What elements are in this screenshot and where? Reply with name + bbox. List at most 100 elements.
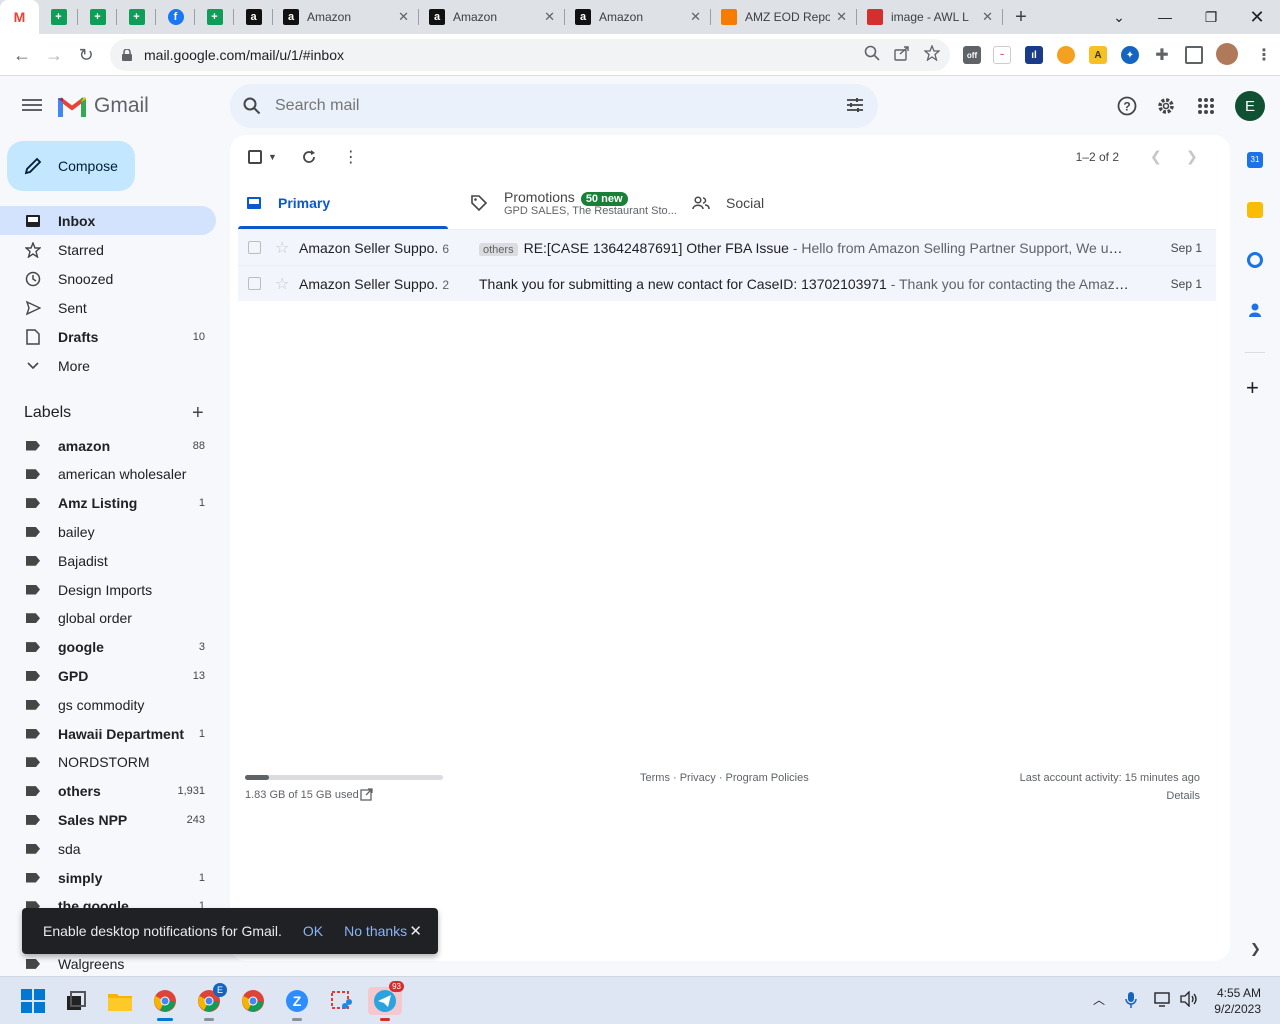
get-addons-plus-icon[interactable]: + — [1246, 377, 1259, 399]
sidebar-label-item[interactable]: simply 1 — [0, 863, 216, 892]
account-avatar[interactable]: E — [1235, 91, 1265, 121]
zoom-icon[interactable] — [864, 45, 880, 61]
sidebar-label-item[interactable]: Design Imports — [0, 575, 216, 604]
snipping-tool-icon[interactable] — [327, 987, 355, 1015]
close-tab-icon[interactable]: ✕ — [544, 9, 555, 25]
profile-avatar[interactable] — [1216, 43, 1238, 65]
email-row[interactable]: ☆ Amazon Seller Suppo. 2 Thank you for subm… — [238, 265, 1216, 301]
browser-tab[interactable]: a Amazon ✕ — [565, 0, 711, 34]
tray-expand-chevron-icon[interactable]: ︿ — [1093, 991, 1105, 1008]
sidebar-label-item[interactable]: Bajadist — [0, 546, 216, 575]
sidebar-item-inbox[interactable]: Inbox — [0, 206, 216, 235]
file-explorer-icon[interactable] — [106, 987, 134, 1015]
system-clock[interactable]: 4:55 AM 9/2/2023 — [1214, 985, 1261, 1017]
newer-chevron-left-icon[interactable]: ❮ — [1150, 148, 1162, 165]
extension-chart-icon[interactable]: ıl — [1025, 46, 1043, 64]
select-all-checkbox[interactable] — [248, 150, 262, 164]
browser-tab[interactable]: a Amazon ✕ — [273, 0, 419, 34]
task-view-icon[interactable] — [62, 987, 90, 1015]
close-tab-icon[interactable]: ✕ — [982, 9, 993, 25]
extension-blue-icon[interactable]: ✦ — [1121, 46, 1139, 64]
sidebar-item-snoozed[interactable]: Snoozed — [0, 264, 216, 293]
close-window-button[interactable]: ✕ — [1234, 0, 1280, 34]
browser-tab[interactable]: f — [156, 0, 195, 34]
browser-tab[interactable]: + — [195, 0, 234, 34]
extensions-puzzle-icon[interactable]: ✚ — [1153, 46, 1171, 64]
apps-grid-icon[interactable] — [1194, 94, 1218, 118]
settings-gear-icon[interactable] — [1154, 94, 1178, 118]
main-menu-icon[interactable] — [22, 96, 42, 116]
footer-links[interactable]: Terms · Privacy · Program Policies — [640, 772, 809, 784]
create-label-plus-icon[interactable]: + — [192, 403, 204, 423]
zoom-app-icon[interactable]: Z — [283, 987, 311, 1021]
search-options-icon[interactable] — [846, 96, 864, 114]
back-button[interactable]: ← — [10, 43, 34, 67]
microphone-icon[interactable] — [1125, 991, 1137, 1012]
email-star-icon[interactable]: ☆ — [275, 274, 289, 294]
tab-primary[interactable]: Primary — [238, 177, 448, 229]
sidebar-label-item[interactable]: gs commodity — [0, 690, 216, 719]
sidebar-item-drafts[interactable]: Drafts 10 — [0, 322, 216, 351]
help-icon[interactable]: ? — [1115, 94, 1139, 118]
hide-side-panel-chevron-icon[interactable]: ❯ — [1250, 941, 1261, 957]
sidebar-label-item[interactable]: Hawaii Department 1 — [0, 719, 216, 748]
sidebar-label-item[interactable]: NORDSTORM — [0, 748, 216, 777]
telegram-taskbar-icon[interactable]: 93 — [368, 981, 404, 1021]
sidebar-item-more[interactable]: More — [0, 351, 216, 380]
extension-scout-icon[interactable]: A — [1089, 46, 1107, 64]
browser-tab[interactable]: + — [78, 0, 117, 34]
sidebar-item-starred[interactable]: Starred — [0, 235, 216, 264]
browser-tab[interactable]: AMZ EOD Repo ✕ — [711, 0, 857, 34]
snackbar-ok-button[interactable]: OK — [303, 923, 323, 939]
email-star-icon[interactable]: ☆ — [275, 238, 289, 258]
extension-keepa-icon[interactable]: ~ — [993, 46, 1011, 64]
search-input[interactable] — [275, 97, 795, 115]
sidebar-label-item[interactable]: google 3 — [0, 633, 216, 662]
tab-search-icon[interactable]: ⌄ — [1096, 0, 1142, 34]
compose-button[interactable]: Compose — [7, 141, 135, 191]
sidebar-label-item[interactable]: global order — [0, 604, 216, 633]
open-storage-external-icon[interactable] — [360, 788, 373, 801]
windows-start-icon[interactable] — [19, 987, 47, 1015]
chrome-second-taskbar-icon[interactable] — [239, 987, 267, 1015]
browser-tab[interactable]: a — [234, 0, 273, 34]
close-tab-icon[interactable]: ✕ — [836, 9, 847, 25]
chrome-taskbar-icon[interactable] — [151, 987, 179, 1021]
snackbar-no-thanks-button[interactable]: No thanks — [344, 923, 407, 939]
share-icon[interactable] — [894, 45, 910, 61]
sidebar-label-item[interactable]: sda — [0, 834, 216, 863]
email-row[interactable]: ☆ Amazon Seller Suppo. 6 others RE:[CASE 136… — [238, 229, 1216, 265]
browser-tab[interactable]: + — [39, 0, 78, 34]
network-icon[interactable] — [1154, 991, 1172, 1010]
calendar-icon[interactable]: 31 — [1247, 152, 1263, 168]
browser-tab[interactable]: M — [0, 0, 39, 34]
sidebar-label-item[interactable]: american wholesaler — [0, 460, 216, 489]
older-chevron-right-icon[interactable]: ❯ — [1186, 148, 1198, 165]
sidebar-label-item[interactable]: amazon 88 — [0, 431, 216, 460]
extension-off-icon[interactable]: off — [963, 46, 981, 64]
minimize-button[interactable]: — — [1142, 0, 1188, 34]
browser-tab[interactable]: image - AWL L ✕ — [857, 0, 1003, 34]
activity-details-link[interactable]: Details — [1166, 790, 1200, 802]
keep-icon[interactable] — [1247, 202, 1263, 218]
tasks-icon[interactable] — [1247, 252, 1263, 268]
refresh-icon[interactable] — [301, 149, 317, 165]
sidebar-item-sent[interactable]: Sent — [0, 293, 216, 322]
close-tab-icon[interactable]: ✕ — [398, 9, 409, 25]
extension-orange-icon[interactable] — [1057, 46, 1075, 64]
browser-tab[interactable]: a Amazon ✕ — [419, 0, 565, 34]
search-bar[interactable] — [230, 84, 878, 128]
contacts-icon[interactable] — [1247, 302, 1263, 318]
snackbar-close-icon[interactable]: ✕ — [409, 922, 422, 940]
email-label-chip[interactable]: others — [479, 242, 518, 256]
sidebar-label-item[interactable]: GPD 13 — [0, 661, 216, 690]
sidebar-label-item[interactable]: Amz Listing 1 — [0, 489, 216, 518]
chrome-profile-taskbar-icon[interactable]: E — [195, 983, 227, 1021]
reload-button[interactable]: ↻ — [74, 43, 98, 67]
forward-button[interactable]: → — [42, 43, 66, 67]
browser-menu-icon[interactable]: ⋮ — [1255, 46, 1273, 64]
bookmark-star-icon[interactable] — [924, 45, 940, 61]
more-options-icon[interactable]: ⋮ — [343, 147, 359, 167]
tab-social[interactable]: Social — [684, 177, 884, 229]
search-icon[interactable] — [243, 97, 261, 115]
